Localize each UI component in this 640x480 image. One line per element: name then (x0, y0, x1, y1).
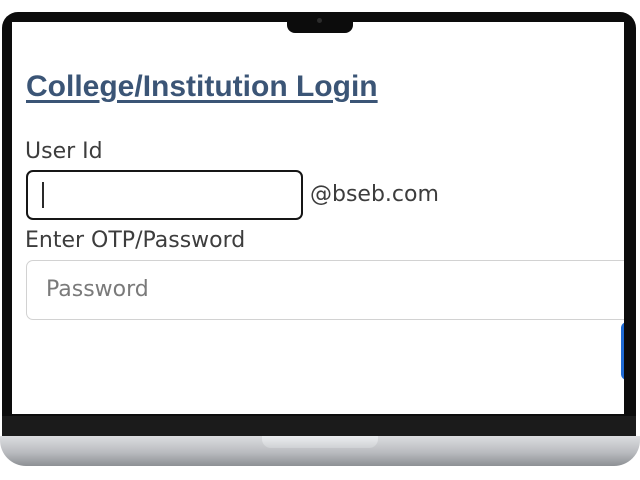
text-cursor (42, 182, 44, 208)
laptop-opening-notch (262, 436, 378, 448)
page-title: College/Institution Login (26, 70, 378, 103)
laptop-notch (287, 12, 353, 33)
camera-icon (317, 18, 322, 23)
user-id-input[interactable] (26, 170, 303, 220)
password-placeholder: Password (46, 277, 149, 302)
password-label: Enter OTP/Password (25, 228, 246, 253)
user-id-label: User Id (25, 139, 103, 164)
user-id-domain-suffix: @bseb.com (310, 182, 439, 207)
login-button[interactable] (621, 322, 624, 380)
laptop-screen: College/Institution Login User Id @bseb.… (12, 22, 624, 414)
laptop-chin (2, 416, 636, 438)
password-input[interactable]: Password (26, 260, 624, 320)
